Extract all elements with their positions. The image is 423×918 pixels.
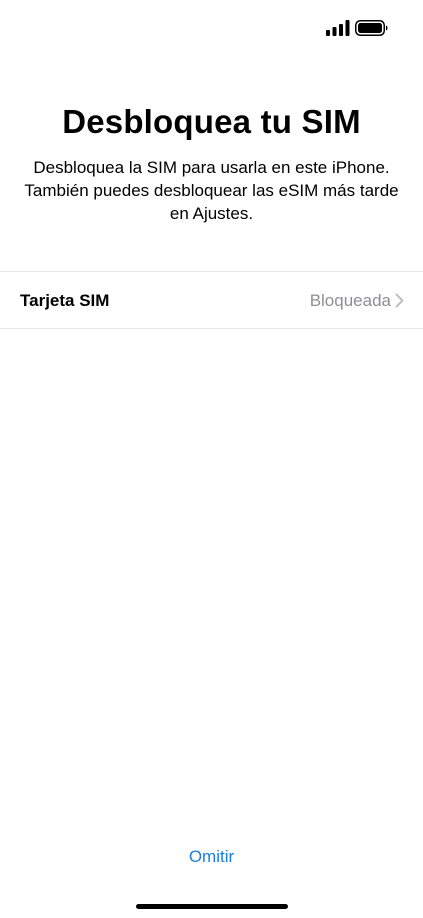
page-title: Desbloquea tu SIM xyxy=(62,103,361,140)
description-line: en Ajustes. xyxy=(169,204,254,223)
home-indicator[interactable] xyxy=(136,904,288,909)
status-bar xyxy=(0,0,423,56)
sim-card-label: Tarjeta SIM xyxy=(20,291,110,310)
sim-status-value: Bloqueada xyxy=(309,291,391,310)
description-line: Desbloquea la SIM para usarla en este iP… xyxy=(33,158,390,177)
battery-full-icon xyxy=(355,20,388,36)
skip-button[interactable]: Omitir xyxy=(161,842,262,872)
page-description: Desbloquea la SIM para usarla en este iP… xyxy=(20,156,403,225)
chevron-right-icon xyxy=(395,293,404,308)
sim-card-row[interactable]: Tarjeta SIM Bloqueada xyxy=(0,271,423,329)
description-line: También puedes desbloquear las eSIM más … xyxy=(24,181,399,200)
cellular-signal-icon xyxy=(326,20,350,36)
